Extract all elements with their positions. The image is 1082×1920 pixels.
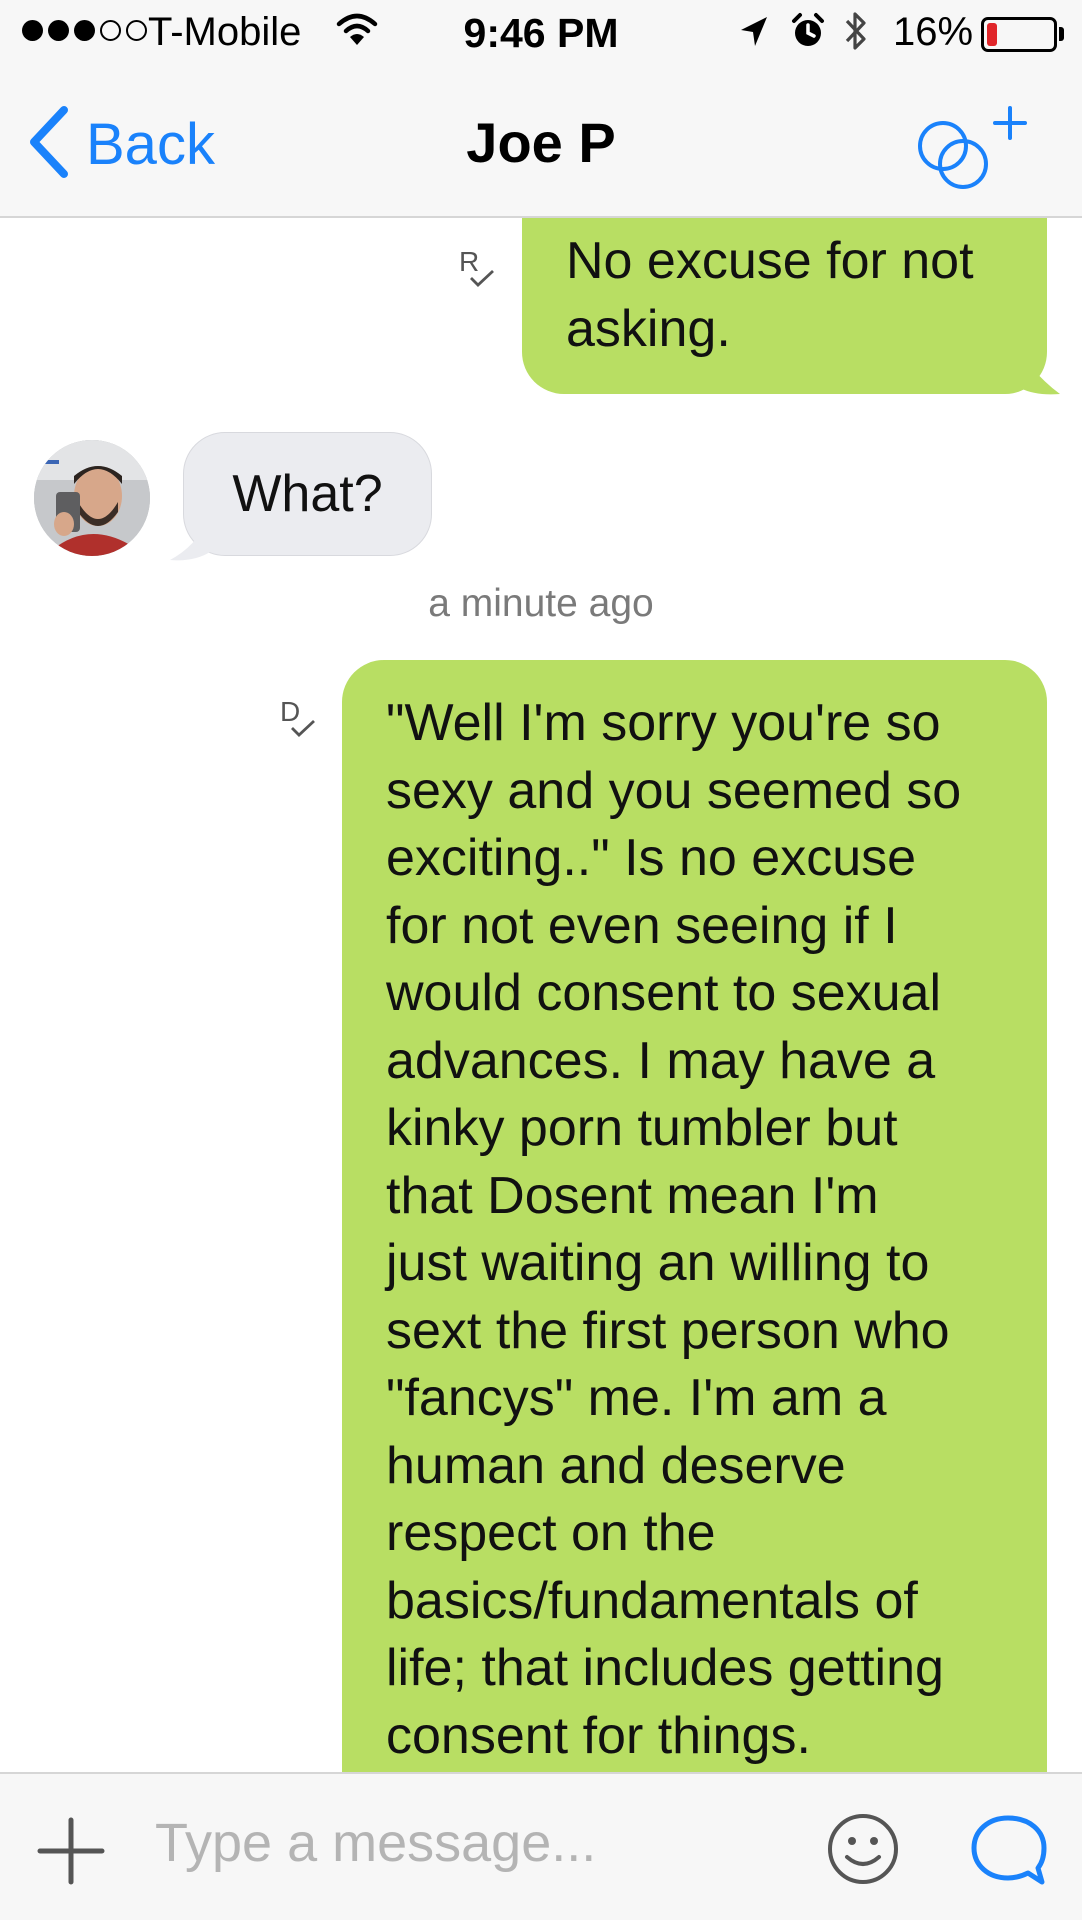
battery-icon [981, 17, 1057, 52]
message-thread[interactable]: R No excuse for not asking. What? a minu… [0, 218, 1082, 1772]
message-line: life; that includes getting [386, 1639, 944, 1697]
battery-percent: 16% [893, 10, 974, 54]
battery-fill [987, 23, 997, 46]
message-line: human and deserve [386, 1436, 846, 1495]
message-bubble-outgoing[interactable]: No excuse for not asking. [522, 218, 1047, 394]
message-bubble-incoming[interactable]: What? [183, 432, 432, 556]
read-receipt: R [459, 246, 494, 287]
plus-icon[interactable] [36, 1816, 106, 1891]
message-line: that Dosent mean I'm [386, 1166, 879, 1225]
message-line: No excuse for not [566, 232, 974, 290]
message-bubble-outgoing[interactable]: "Well I'm sorry you're so sexy and you s… [342, 660, 1047, 1772]
message-line: sext the first person who [386, 1301, 950, 1360]
message-line: asking. [566, 299, 731, 358]
message-line: consent for things. [386, 1706, 811, 1765]
message-line: just waiting an willing to [386, 1234, 930, 1292]
message-line: basics/fundamentals of [386, 1571, 918, 1630]
bubble-tail [170, 520, 210, 561]
message-line: "fancys" me. I'm am a [386, 1369, 887, 1427]
location-arrow-icon [738, 14, 770, 60]
message-line: sexy and you seemed so [386, 761, 962, 820]
message-line: advances. I may have a [386, 1031, 936, 1090]
message-line: for not even seeing if I [386, 896, 898, 955]
bubble-tail [1020, 352, 1060, 395]
checkmark-icon [470, 269, 494, 287]
alarm-clock-icon [790, 12, 826, 60]
avatar[interactable] [34, 440, 150, 556]
bluetooth-icon [842, 8, 870, 64]
message-line: would consent to sexual [386, 964, 942, 1022]
nav-bar: Back Joe P [0, 66, 1082, 218]
chat-bubble-icon[interactable] [968, 1812, 1048, 1893]
message-input[interactable]: Type a message... [155, 1812, 596, 1874]
message-timestamp: a minute ago [428, 582, 654, 625]
battery-nub [1059, 27, 1064, 41]
checkmark-icon [291, 719, 315, 737]
message-line: exciting.." Is no excuse [386, 829, 917, 887]
message-line: respect on the [386, 1504, 716, 1562]
add-to-group-icon[interactable] [915, 102, 1033, 197]
message-input-bar: Type a message... [0, 1772, 1082, 1920]
emoji-icon[interactable] [826, 1812, 900, 1891]
message-line: kinky porn tumbler but [386, 1099, 898, 1157]
message-line: "Well I'm sorry you're so [386, 694, 941, 752]
delivered-receipt: D [280, 696, 315, 737]
message-text: What? [232, 465, 383, 523]
status-bar: T-Mobile 9:46 PM 16% [0, 0, 1082, 66]
